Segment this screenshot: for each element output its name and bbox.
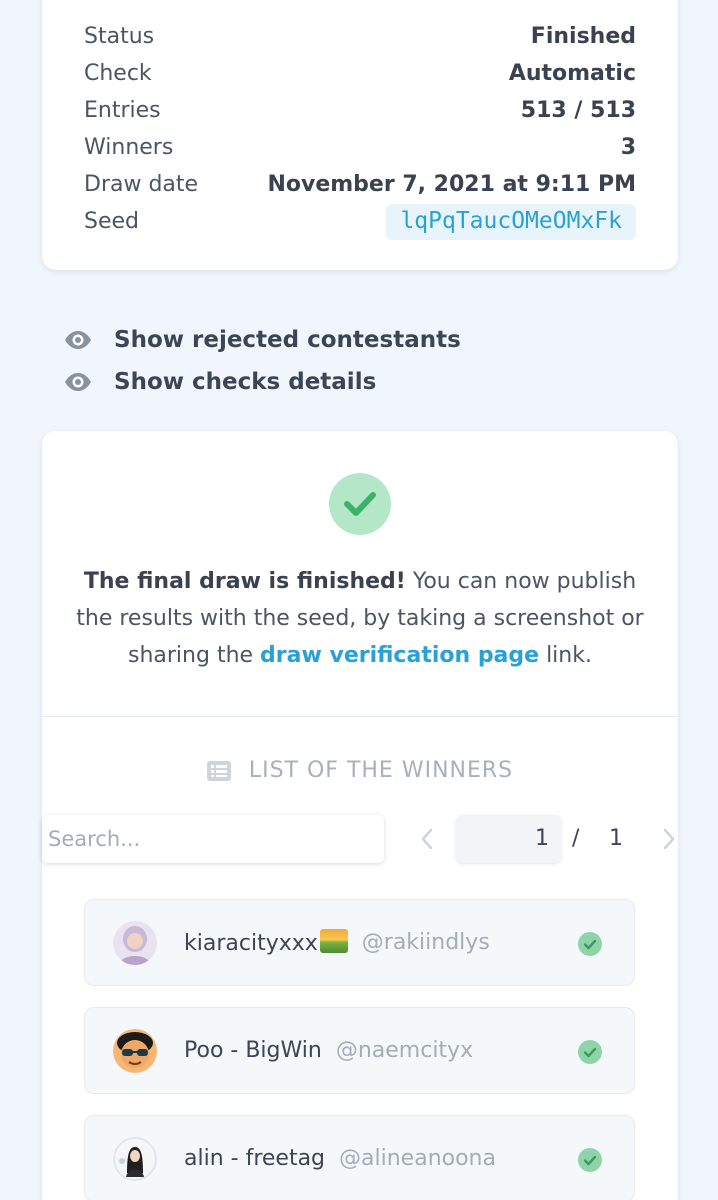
check-circle-icon [578, 932, 602, 956]
winner-handle: @naemcityx [335, 1038, 474, 1063]
show-checks-details-toggle[interactable]: Show checks details [64, 365, 376, 399]
chevron-left-icon [421, 828, 433, 850]
summary-row-status: Status Finished [84, 18, 636, 55]
summary-row-entries: Entries 513 / 513 [84, 92, 636, 129]
winner-row[interactable]: Poo - BigWin @naemcityx [84, 1007, 635, 1094]
check-circle-icon [578, 1040, 602, 1064]
draw-summary-card: Status Finished Check Automatic Entries … [42, 0, 678, 270]
draw-finished-message: The final draw is finished! You can now … [72, 563, 648, 674]
winners-heading: LIST OF THE WINNERS [42, 758, 678, 783]
checkmark-icon [344, 492, 376, 516]
next-page-button[interactable] [659, 825, 679, 853]
draw-results-card: The final draw is finished! You can now … [42, 431, 678, 1200]
avatar [113, 1136, 157, 1181]
eye-icon [65, 373, 91, 391]
message-strong: The final draw is finished! [83, 569, 406, 594]
toggle-label: Show rejected contestants [114, 327, 461, 353]
summary-label: Draw date [84, 172, 199, 197]
previous-page-button[interactable] [417, 825, 437, 853]
winner-handle: @alineanoona [339, 1146, 496, 1171]
page: Status Finished Check Automatic Entries … [0, 0, 718, 1200]
list-icon [206, 760, 231, 781]
summary-value: Automatic [508, 61, 636, 86]
message-text-end: link. [539, 643, 592, 668]
avatar [113, 920, 157, 965]
seed-value[interactable]: lqPqTaucOMeOMxFk [386, 203, 636, 240]
search-input[interactable] [42, 815, 384, 863]
toggle-label: Show checks details [114, 369, 377, 395]
check-circle-icon [329, 473, 391, 535]
winner-name: Poo - BigWin [184, 1038, 322, 1063]
summary-value: November 7, 2021 at 9:11 PM [267, 172, 636, 197]
winner-row[interactable]: alin - freetag @alineanoona [84, 1115, 635, 1200]
page-separator: / [572, 826, 580, 851]
summary-value: 513 / 513 [520, 98, 636, 123]
summary-row-draw-date: Draw date November 7, 2021 at 9:11 PM [84, 166, 636, 203]
winners-heading-text: LIST OF THE WINNERS [248, 758, 514, 783]
summary-label: Status [84, 24, 155, 49]
page-total: 1 [609, 826, 623, 851]
summary-label: Entries [84, 98, 161, 123]
summary-value: Finished [530, 24, 636, 49]
winner-handle: @rakiindlys [361, 930, 490, 955]
summary-row-seed: Seed lqPqTaucOMeOMxFk [84, 203, 636, 240]
summary-row-check: Check Automatic [84, 55, 636, 92]
page-number-input[interactable]: 1 [456, 815, 561, 863]
summary-label: Seed [84, 209, 139, 234]
avatar [113, 1028, 157, 1073]
show-rejected-toggle[interactable]: Show rejected contestants [64, 323, 461, 357]
summary-label: Check [84, 61, 152, 86]
check-circle-icon [578, 1148, 602, 1172]
winner-name: kiaracityxxx [184, 929, 348, 956]
divider [42, 716, 678, 717]
chevron-right-icon [663, 828, 675, 850]
summary-row-winners: Winners 3 [84, 129, 636, 166]
sunrise-emoji-icon [319, 929, 348, 953]
draw-verification-link[interactable]: draw verification page [260, 643, 539, 668]
winner-row[interactable]: kiaracityxxx @rakiindlys [84, 899, 635, 986]
summary-label: Winners [84, 135, 174, 160]
winner-name-text: kiaracityxxx [184, 931, 318, 956]
winner-name: alin - freetag [184, 1146, 326, 1171]
eye-icon [65, 331, 91, 349]
summary-value: 3 [620, 135, 636, 160]
